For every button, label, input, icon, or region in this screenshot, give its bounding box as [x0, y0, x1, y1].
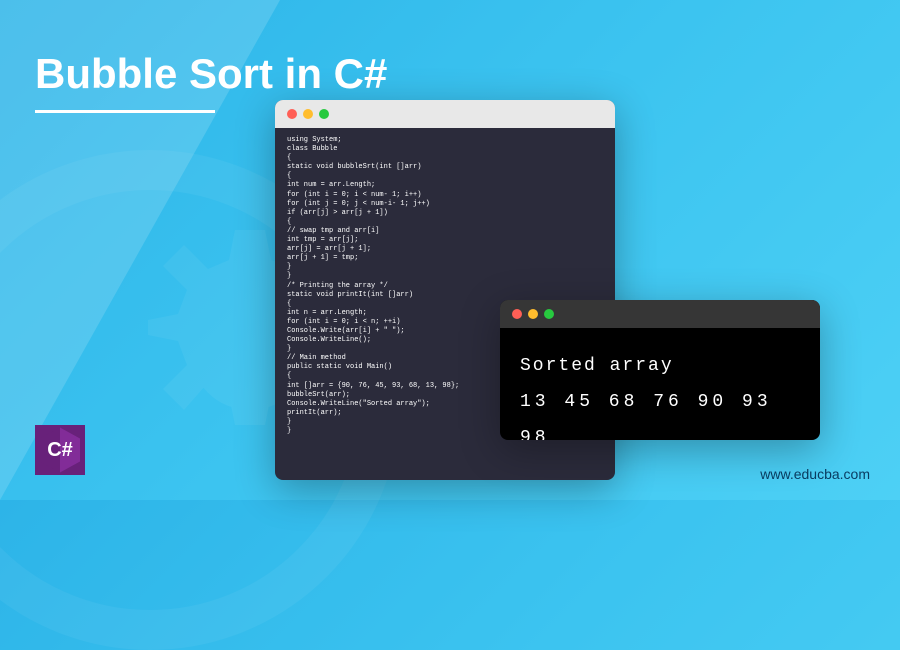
output-line2: 13 45 68 76 90 93 98 [520, 384, 800, 440]
csharp-logo-icon: C# [35, 425, 85, 475]
code-titlebar [275, 100, 615, 128]
close-icon [287, 109, 297, 119]
title-underline [35, 110, 215, 113]
output-window: Sorted array 13 45 68 76 90 93 98 [500, 300, 820, 440]
output-titlebar [500, 300, 820, 328]
maximize-icon [319, 109, 329, 119]
page-title: Bubble Sort in C# [35, 50, 387, 98]
maximize-icon [544, 309, 554, 319]
website-url: www.educba.com [760, 466, 870, 482]
minimize-icon [303, 109, 313, 119]
close-icon [512, 309, 522, 319]
minimize-icon [528, 309, 538, 319]
output-content: Sorted array 13 45 68 76 90 93 98 [500, 328, 820, 440]
output-line1: Sorted array [520, 348, 800, 384]
svg-text:C#: C# [47, 439, 73, 461]
